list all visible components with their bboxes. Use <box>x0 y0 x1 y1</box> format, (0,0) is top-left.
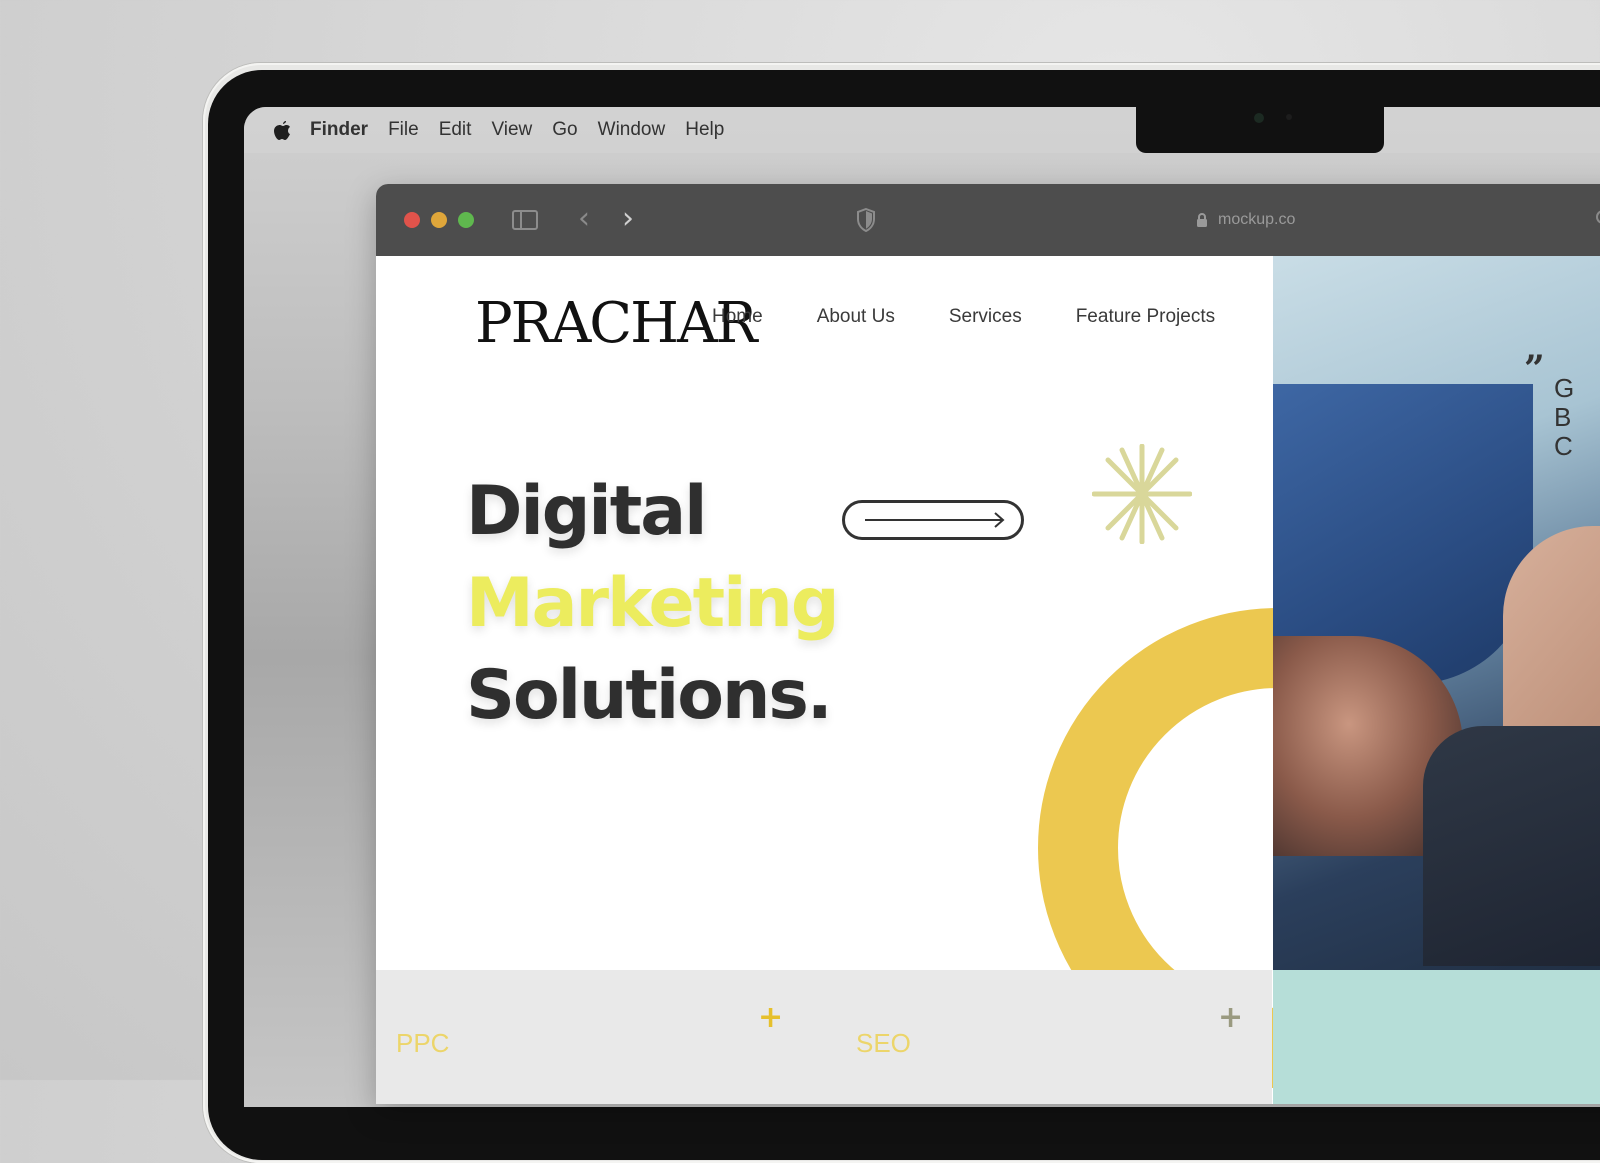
close-window-button[interactable] <box>404 212 420 228</box>
browser-window: ‹ › mockup.co PRACHAR Home About Us Serv… <box>376 184 1600 1104</box>
hero-headline: Digital Marketing Solutions. <box>466 466 840 742</box>
nav-services[interactable]: Services <box>949 306 1022 328</box>
quote-text: G B C <box>1554 374 1574 461</box>
sidebar-toggle-icon[interactable] <box>512 210 538 230</box>
quote-line: G <box>1554 373 1575 403</box>
nav-about-us[interactable]: About Us <box>817 306 895 328</box>
headline-line-3: Solutions. <box>466 656 833 735</box>
hero-photo <box>1273 256 1600 970</box>
minimize-window-button[interactable] <box>431 212 447 228</box>
camera-icon <box>1254 113 1264 123</box>
headline-line-1: Digital <box>466 472 707 551</box>
services-strip: PPC + SEO + <box>376 970 1272 1104</box>
asterisk-icon <box>1092 444 1192 544</box>
site-nav: Home About Us Services Feature Projects <box>712 306 1269 328</box>
website-page: PRACHAR Home About Us Services Feature P… <box>376 256 1600 1104</box>
nav-feature-projects[interactable]: Feature Projects <box>1076 306 1215 328</box>
browser-toolbar: ‹ › mockup.co <box>376 184 1600 256</box>
cta-arrow-button[interactable] <box>842 500 1024 540</box>
plus-icon[interactable]: + <box>758 1000 783 1035</box>
menu-edit[interactable]: Edit <box>439 119 472 141</box>
menu-view[interactable]: View <box>491 119 532 141</box>
headline-line-2: Marketing <box>466 564 840 643</box>
shield-icon[interactable] <box>856 207 876 233</box>
sensor-icon <box>1286 114 1292 120</box>
nav-home[interactable]: Home <box>712 306 763 328</box>
menu-go[interactable]: Go <box>552 119 577 141</box>
forward-arrow-icon[interactable]: › <box>616 204 640 234</box>
address-bar[interactable]: mockup.co <box>1196 208 1295 232</box>
card-seo-label[interactable]: SEO <box>856 1028 911 1059</box>
teal-panel <box>1273 970 1600 1104</box>
arrow-right-icon <box>865 512 1005 528</box>
lock-icon <box>1197 213 1207 227</box>
menu-finder[interactable]: Finder <box>310 119 368 141</box>
zoom-window-button[interactable] <box>458 212 474 228</box>
plus-icon[interactable]: + <box>1218 1000 1243 1035</box>
quote-line: B <box>1554 402 1572 432</box>
quote-mark: ” <box>1524 348 1545 390</box>
menu-file[interactable]: File <box>388 119 419 141</box>
apple-icon[interactable] <box>272 119 292 141</box>
photo-arm <box>1423 726 1600 966</box>
quote-line: C <box>1554 431 1573 461</box>
url-text: mockup.co <box>1218 211 1296 228</box>
back-arrow-icon[interactable]: ‹ <box>572 204 596 234</box>
menu-window[interactable]: Window <box>598 119 666 141</box>
card-ppc-label[interactable]: PPC <box>396 1028 449 1059</box>
reload-icon[interactable] <box>1596 210 1600 224</box>
menu-bar: Finder File Edit View Go Window Help <box>244 107 1600 153</box>
menu-help[interactable]: Help <box>685 119 724 141</box>
